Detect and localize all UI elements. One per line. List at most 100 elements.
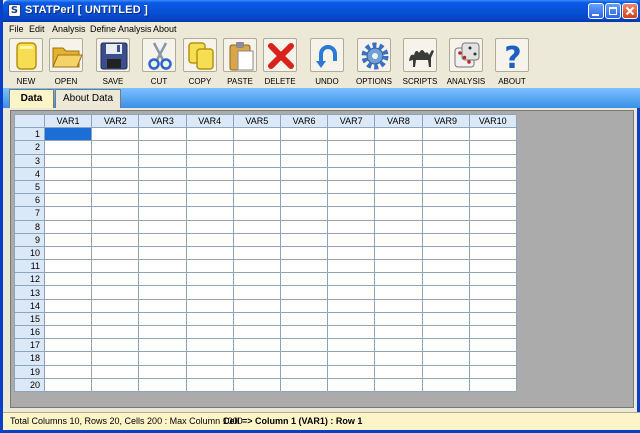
grid-cell[interactable] [91, 153, 140, 168]
row-header[interactable]: 14 [14, 298, 45, 313]
grid-cell[interactable] [43, 338, 93, 353]
grid-cell[interactable] [468, 219, 517, 234]
grid-cell[interactable] [279, 193, 329, 208]
grid-cell[interactable] [232, 324, 281, 340]
grid-cell[interactable] [374, 311, 423, 327]
maximize-button[interactable] [605, 3, 621, 19]
about-button[interactable]: ? ABOUT [490, 38, 534, 86]
grid-cell[interactable] [327, 272, 376, 287]
grid-cell[interactable] [468, 272, 517, 287]
grid-cell[interactable] [43, 193, 93, 208]
grid-cell[interactable] [232, 232, 281, 247]
grid-cell[interactable] [374, 259, 423, 274]
grid-cell[interactable] [91, 259, 140, 274]
grid-cell[interactable] [185, 245, 234, 261]
grid-cell[interactable] [91, 298, 140, 313]
column-header[interactable]: VAR8 [374, 113, 423, 129]
grid-cell[interactable] [91, 272, 140, 287]
grid-cell[interactable] [421, 364, 470, 379]
grid-cell[interactable] [279, 140, 329, 155]
column-header[interactable]: VAR2 [91, 113, 140, 129]
grid-cell[interactable] [91, 219, 140, 234]
grid-cell[interactable] [232, 272, 281, 287]
grid-cell[interactable] [138, 298, 187, 313]
row-header[interactable]: 2 [14, 140, 45, 155]
grid-cell[interactable] [185, 272, 234, 287]
column-header[interactable]: VAR5 [232, 113, 281, 129]
grid-cell[interactable] [279, 351, 329, 366]
grid-cell[interactable] [138, 232, 187, 247]
grid-cell[interactable] [327, 179, 376, 195]
grid-cell[interactable] [327, 166, 376, 181]
grid-cell[interactable] [374, 219, 423, 234]
grid-cell[interactable] [327, 153, 376, 168]
grid-cell[interactable] [185, 298, 234, 313]
menu-about[interactable]: About [153, 24, 177, 34]
grid-cell[interactable] [232, 219, 281, 234]
grid-cell[interactable] [43, 298, 93, 313]
grid-cell[interactable] [421, 219, 470, 234]
grid-cell[interactable] [232, 153, 281, 168]
grid-cell[interactable] [138, 377, 187, 392]
grid-cell[interactable] [279, 232, 329, 247]
grid-cell[interactable] [138, 179, 187, 195]
grid-cell[interactable] [232, 206, 281, 221]
save-button[interactable]: SAVE [91, 38, 135, 86]
grid-cell[interactable] [279, 245, 329, 261]
grid-cell[interactable] [232, 259, 281, 274]
grid-cell[interactable] [327, 245, 376, 261]
grid-cell[interactable] [138, 245, 187, 261]
grid-cell[interactable] [43, 324, 93, 340]
grid-cell[interactable] [138, 364, 187, 379]
grid-cell[interactable] [43, 245, 93, 261]
grid-cell[interactable] [91, 285, 140, 300]
grid-cell[interactable] [232, 140, 281, 155]
grid-cell[interactable] [374, 351, 423, 366]
grid-cell[interactable] [185, 377, 234, 392]
grid-cell[interactable] [138, 206, 187, 221]
row-header[interactable]: 13 [14, 285, 45, 300]
grid-cell[interactable] [279, 127, 329, 142]
grid-cell[interactable] [374, 285, 423, 300]
row-header[interactable]: 6 [14, 193, 45, 208]
grid-cell[interactable] [468, 377, 517, 392]
grid-cell[interactable] [232, 179, 281, 195]
grid-cell[interactable] [421, 259, 470, 274]
row-header[interactable]: 17 [14, 338, 45, 353]
grid-cell[interactable] [232, 193, 281, 208]
grid-cell[interactable] [327, 259, 376, 274]
grid-cell[interactable] [421, 377, 470, 392]
column-header[interactable]: VAR3 [138, 113, 187, 129]
grid-cell[interactable] [421, 193, 470, 208]
grid-cell[interactable] [232, 351, 281, 366]
grid-cell[interactable] [279, 311, 329, 327]
grid-cell[interactable] [468, 351, 517, 366]
grid-cell[interactable] [327, 364, 376, 379]
grid-cell[interactable] [421, 324, 470, 340]
grid-cell[interactable] [421, 127, 470, 142]
grid-cell[interactable] [279, 179, 329, 195]
grid-cell[interactable] [138, 338, 187, 353]
grid-cell[interactable] [138, 219, 187, 234]
grid-cell[interactable] [327, 206, 376, 221]
grid-cell[interactable] [374, 245, 423, 261]
grid-cell[interactable] [327, 285, 376, 300]
grid-cell[interactable] [279, 166, 329, 181]
grid-cell[interactable] [374, 193, 423, 208]
grid-cell[interactable] [327, 232, 376, 247]
grid-cell[interactable] [185, 259, 234, 274]
grid-cell[interactable] [185, 285, 234, 300]
grid-cell[interactable] [138, 193, 187, 208]
grid-cell[interactable] [91, 311, 140, 327]
grid-cell[interactable] [232, 377, 281, 392]
grid-cell[interactable] [421, 179, 470, 195]
grid-cell[interactable] [43, 311, 93, 327]
column-header[interactable]: VAR4 [185, 113, 234, 129]
grid-cell[interactable] [374, 364, 423, 379]
grid-cell[interactable] [421, 166, 470, 181]
grid-cell[interactable] [185, 193, 234, 208]
grid-corner[interactable] [14, 113, 45, 129]
grid-cell[interactable] [43, 377, 93, 392]
grid-cell[interactable] [185, 127, 234, 142]
grid-cell[interactable] [279, 298, 329, 313]
